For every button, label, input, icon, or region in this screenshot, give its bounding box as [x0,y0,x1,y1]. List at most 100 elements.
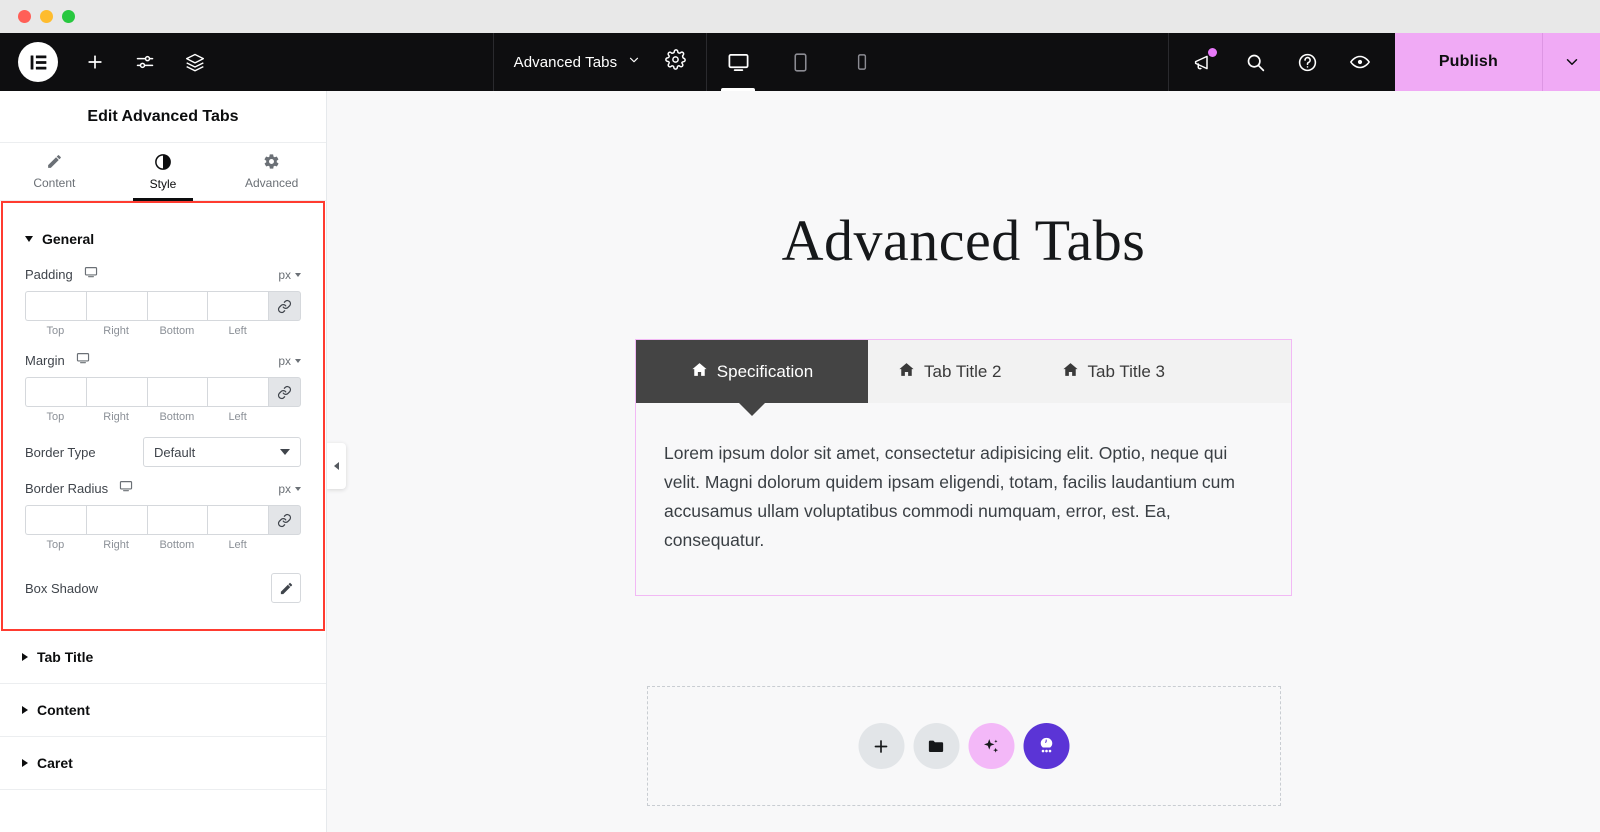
border-radius-label-group: Border Radius [25,479,133,498]
box-shadow-control: Box Shadow [25,573,301,603]
section-caret[interactable]: Caret [0,737,326,790]
ai-generate-button[interactable] [968,723,1014,770]
section-tab-title[interactable]: Tab Title [0,631,326,684]
box-shadow-edit-button[interactable] [271,573,301,603]
padding-side-top: Top [46,325,65,337]
section-content[interactable]: Content [0,684,326,737]
padding-label: Padding [25,267,73,282]
margin-left-input[interactable] [207,377,268,407]
desktop-icon[interactable] [119,479,133,498]
add-element-icon[interactable] [72,39,118,85]
margin-bottom-input[interactable] [146,377,208,407]
border-radius-control: Border Radius px Top Right Bottom Left [25,479,301,551]
chevron-left-icon [334,462,339,470]
add-section-button[interactable] [858,723,904,770]
publish-button[interactable]: Publish [1394,33,1542,91]
border-radius-unit-label: px [278,481,291,496]
empty-drop-zone[interactable] [646,686,1281,807]
widget-tab-specification-label: Specification [716,361,814,381]
general-section-header[interactable]: General [25,219,301,265]
responsive-mobile-button[interactable] [831,33,893,91]
widget-tab-specification[interactable]: Specification [636,340,868,416]
toolbar-left-group [0,33,218,91]
border-type-label: Border Type [25,444,96,460]
border-radius-side-right: Right [103,539,129,551]
margin-side-top: Top [46,411,65,423]
border-radius-right-input[interactable] [85,505,147,535]
border-radius-unit-selector[interactable]: px [278,482,301,496]
margin-side-bottom: Bottom [159,411,195,423]
publish-options-caret-icon[interactable] [1542,33,1600,91]
page-heading[interactable]: Advanced Tabs [327,207,1600,274]
widget-tab-title-2-label: Tab Title 2 [924,361,1002,381]
margin-top-input[interactable] [25,377,86,407]
finder-search-icon[interactable] [1233,39,1279,85]
tab-advanced[interactable]: Advanced [217,143,326,200]
border-radius-side-labels: Top Right Bottom Left [25,539,301,551]
gear-icon[interactable] [665,49,686,75]
preview-icon[interactable] [1337,39,1383,85]
tab-content[interactable]: Content [0,143,109,200]
border-radius-left-input[interactable] [207,505,268,535]
border-radius-bottom-input[interactable] [146,505,208,535]
pencil-icon [47,155,61,168]
widget-tab-title-3[interactable]: Tab Title 3 [1032,340,1196,403]
notifications-icon[interactable] [1181,39,1227,85]
general-section-title: General [42,231,95,247]
add-element-button-row [858,723,1069,770]
widget-tab-title-2[interactable]: Tab Title 2 [868,340,1032,403]
padding-side-right: Right [103,325,129,337]
document-name[interactable]: Advanced Tabs [514,54,618,71]
folder-icon [928,740,944,752]
border-radius-link-icon[interactable] [268,505,301,535]
border-type-select[interactable]: Default [143,437,301,467]
desktop-icon[interactable] [84,265,98,284]
tabs-bar: Specification Tab Title 2 Tab Title 3 [636,340,1291,416]
margin-right-input[interactable] [85,377,147,407]
padding-control: Padding px Top Right Bottom Left [25,265,301,337]
margin-label: Margin [25,353,65,368]
advanced-tabs-widget[interactable]: Specification Tab Title 2 Tab Title 3 Lo… [635,339,1292,597]
window-titlebar [0,0,1600,33]
chevron-right-icon [22,706,28,714]
plus-icon [874,739,888,753]
tab-style-label: Style [149,177,177,191]
margin-side-right: Right [103,411,129,423]
home-icon [1062,361,1079,383]
padding-left-input[interactable] [207,291,268,321]
caret-down-icon [280,449,290,455]
margin-unit-label: px [278,353,291,368]
chevron-down-icon [295,272,301,277]
padding-right-input[interactable] [85,291,147,321]
chevron-down-icon[interactable] [627,53,641,72]
window-minimize-button[interactable] [40,10,53,23]
padding-unit-selector[interactable]: px [278,268,301,282]
responsive-mode-group [707,33,893,91]
margin-label-group: Margin [25,351,90,370]
window-close-button[interactable] [18,10,31,23]
padding-bottom-input[interactable] [146,291,208,321]
tab-advanced-label: Advanced [244,176,299,190]
help-icon[interactable] [1285,39,1331,85]
home-icon [691,361,708,383]
add-template-button[interactable] [913,723,959,770]
desktop-icon[interactable] [76,351,90,370]
site-settings-icon[interactable] [122,39,168,85]
pencil-icon [280,582,292,594]
border-radius-top-input[interactable] [25,505,86,535]
container-grid-button[interactable] [1023,723,1069,770]
border-radius-side-left: Left [228,539,247,551]
panel-collapse-handle[interactable] [327,443,346,489]
elementor-ai-icon [1040,738,1052,753]
margin-link-icon[interactable] [268,377,301,407]
padding-top-input[interactable] [25,291,86,321]
window-maximize-button[interactable] [62,10,75,23]
elementor-logo-icon[interactable] [18,42,58,82]
tab-style[interactable]: Style [109,143,218,201]
margin-unit-selector[interactable]: px [278,354,301,368]
responsive-desktop-button[interactable] [707,33,769,91]
responsive-tablet-button[interactable] [769,33,831,91]
padding-link-icon[interactable] [268,291,301,321]
structure-layers-icon[interactable] [172,39,218,85]
toolbar-center-group: Advanced Tabs [218,33,1168,91]
